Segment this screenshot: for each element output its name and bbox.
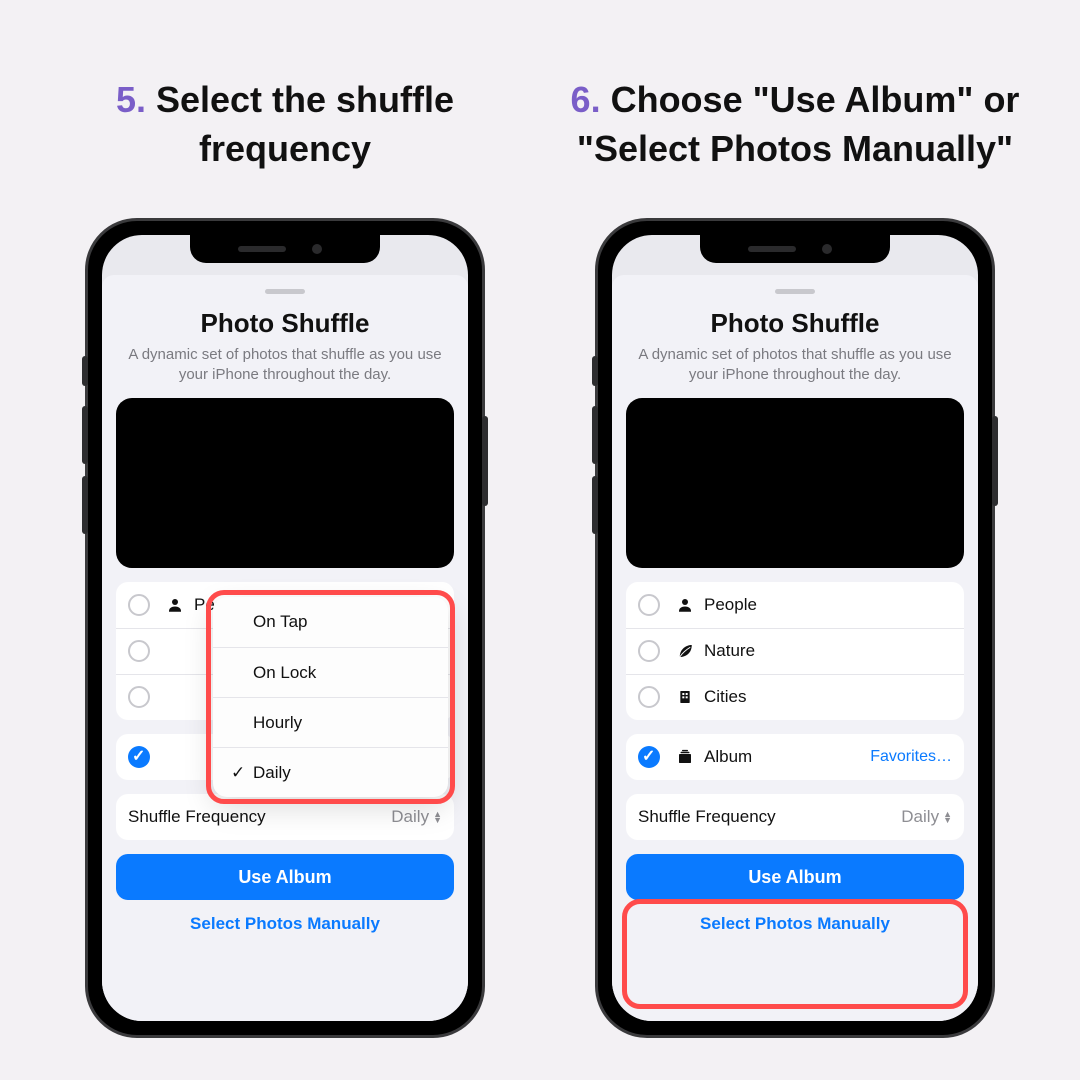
step-6-number: 6. [571,79,601,120]
radio-checked-icon [638,746,660,768]
phone-frame: Photo Shuffle A dynamic set of photos th… [85,218,485,1038]
use-album-button[interactable]: Use Album [116,854,454,900]
radio-checked-icon [128,746,150,768]
updown-selector-icon: ▲▼ [433,811,442,823]
step-6-caption: 6.Choose "Use Album" or "Select Photos M… [560,40,1030,210]
select-photos-manually-link[interactable]: Select Photos Manually [626,908,964,940]
radio-unchecked-icon [638,640,660,662]
mute-switch [592,356,598,386]
photo-preview [626,398,964,568]
shuffle-frequency-value: Daily [901,807,939,827]
sheet-grabber[interactable] [775,289,815,294]
sheet-subtitle: A dynamic set of photos that shuffle as … [124,345,446,386]
frequency-option-hourly[interactable]: Hourly [213,697,448,747]
volume-down-button [82,476,88,534]
checkmark-icon: ✓ [231,763,249,783]
sheet-title: Photo Shuffle [626,308,964,339]
radio-unchecked-icon [638,594,660,616]
album-icon [674,748,696,766]
category-list: People Nature [626,582,964,720]
album-group: Album Favorites… [626,734,964,780]
sheet-subtitle: A dynamic set of photos that shuffle as … [634,345,956,386]
sheet-title: Photo Shuffle [116,308,454,339]
phone-notch [700,235,890,263]
step-5-caption: 5.Select the shuffle frequency [50,40,520,210]
category-people[interactable]: People [626,582,964,628]
power-button [992,416,998,506]
updown-selector-icon: ▲▼ [943,811,952,823]
person-icon [674,596,696,614]
album-value-link[interactable]: Favorites… [870,748,952,766]
category-nature[interactable]: Nature [626,628,964,674]
frequency-popover: On Tap On Lock Hourly ✓ Daily [213,597,448,797]
category-label: People [704,595,757,615]
category-cities[interactable]: Cities [626,674,964,720]
category-label: Nature [704,641,755,661]
shuffle-frequency-label: Shuffle Frequency [638,807,776,827]
radio-unchecked-icon [128,594,150,616]
volume-down-button [592,476,598,534]
power-button [482,416,488,506]
phone-screen: Photo Shuffle A dynamic set of photos th… [102,235,468,1021]
radio-unchecked-icon [128,686,150,708]
mute-switch [82,356,88,386]
step-5-number: 5. [116,79,146,120]
frequency-option-ontap[interactable]: On Tap [213,597,448,647]
select-photos-manually-link[interactable]: Select Photos Manually [116,908,454,940]
leaf-icon [674,642,696,660]
step-6-column: 6.Choose "Use Album" or "Select Photos M… [560,40,1030,1038]
step-5-column: 5.Select the shuffle frequency Photo Shu… [50,40,520,1038]
phone-screen: Photo Shuffle A dynamic set of photos th… [612,235,978,1021]
album-row[interactable]: Album Favorites… [626,734,964,780]
building-icon [674,688,696,706]
radio-unchecked-icon [638,686,660,708]
shuffle-frequency-value: Daily [391,807,429,827]
frequency-option-onlock[interactable]: On Lock [213,647,448,697]
volume-up-button [592,406,598,464]
phone-notch [190,235,380,263]
category-label: Cities [704,687,747,707]
volume-up-button [82,406,88,464]
photo-preview [116,398,454,568]
person-icon [164,596,186,614]
frequency-option-daily[interactable]: ✓ Daily [213,747,448,797]
photo-shuffle-sheet: Photo Shuffle A dynamic set of photos th… [612,275,978,1021]
shuffle-frequency-label: Shuffle Frequency [128,807,266,827]
shuffle-frequency-row[interactable]: Shuffle Frequency Daily ▲▼ [116,794,454,840]
use-album-button[interactable]: Use Album [626,854,964,900]
album-label: Album [704,747,752,767]
phone-frame: Photo Shuffle A dynamic set of photos th… [595,218,995,1038]
shuffle-frequency-row[interactable]: Shuffle Frequency Daily ▲▼ [626,794,964,840]
radio-unchecked-icon [128,640,150,662]
sheet-grabber[interactable] [265,289,305,294]
step-5-caption-text: Select the shuffle frequency [156,79,454,169]
